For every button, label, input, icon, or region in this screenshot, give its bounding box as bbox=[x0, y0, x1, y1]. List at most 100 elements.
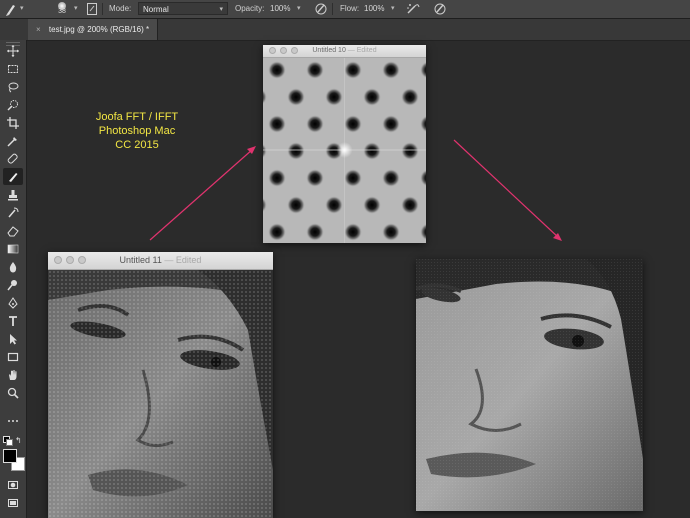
document-tab-title: test.jpg @ 200% (RGB/16) * bbox=[48, 25, 150, 34]
source-window-title: Untitled 11 bbox=[119, 255, 162, 265]
gradient-icon bbox=[7, 244, 19, 253]
window-controls bbox=[54, 256, 86, 264]
more-tools[interactable] bbox=[3, 412, 23, 429]
options-bar: ▾ 38 ▾ Mode: Normal ▾ Opacity: 100% ▾ Fl… bbox=[0, 0, 690, 19]
history-brush-tool[interactable] bbox=[3, 204, 23, 221]
type-icon bbox=[9, 315, 17, 326]
mode-select[interactable]: Normal ▾ bbox=[138, 2, 228, 15]
zoom-icon bbox=[7, 387, 19, 399]
source-window-titlebar[interactable]: Untitled 11 — Edited bbox=[48, 252, 273, 270]
eyedropper-icon bbox=[7, 136, 17, 147]
fft-peak-spot bbox=[363, 196, 381, 214]
fft-peak-spot bbox=[325, 196, 343, 214]
document-tab-bar: × test.jpg @ 200% (RGB/16) * bbox=[0, 19, 690, 41]
foreground-color-swatch[interactable] bbox=[3, 449, 17, 463]
fft-peak-spot bbox=[344, 223, 362, 241]
screen-mode-icon bbox=[8, 498, 18, 507]
path-select-tool[interactable] bbox=[3, 330, 23, 347]
blur-tool[interactable] bbox=[3, 258, 23, 275]
screen-mode-button[interactable] bbox=[3, 494, 23, 511]
hand-tool[interactable] bbox=[3, 366, 23, 383]
dodge-tool[interactable] bbox=[3, 276, 23, 293]
move-tool[interactable] bbox=[3, 42, 23, 59]
eraser-icon bbox=[7, 225, 19, 236]
zoom-tool[interactable] bbox=[3, 384, 23, 401]
healing-brush-tool[interactable] bbox=[3, 150, 23, 167]
minimize-window-icon[interactable] bbox=[66, 256, 74, 264]
fft-peak-spot bbox=[287, 142, 305, 160]
fft-peak-spot bbox=[382, 169, 400, 187]
fft-peak-spot bbox=[344, 61, 362, 79]
default-colors-icon[interactable] bbox=[3, 436, 13, 446]
fft-peak-spot bbox=[287, 88, 305, 106]
fft-peak-spot bbox=[306, 223, 324, 241]
type-tool[interactable] bbox=[3, 312, 23, 329]
fft-peak-spot bbox=[401, 88, 419, 106]
crop-icon bbox=[7, 116, 19, 129]
fft-peak-spot bbox=[401, 142, 419, 160]
quick-mask-icon bbox=[8, 480, 18, 489]
fft-peak-spot bbox=[306, 115, 324, 133]
fft-window[interactable]: Untitled 10 — Edited bbox=[263, 45, 426, 243]
minimize-window-icon[interactable] bbox=[280, 47, 287, 54]
gradient-tool[interactable] bbox=[3, 240, 23, 257]
fft-peak-spot bbox=[401, 196, 419, 214]
annotation-line-3: CC 2015 bbox=[115, 139, 159, 151]
brush-tool[interactable] bbox=[3, 168, 23, 185]
rectangle-tool[interactable] bbox=[3, 348, 23, 365]
move-icon bbox=[7, 44, 19, 57]
close-window-icon[interactable] bbox=[269, 47, 276, 54]
crop-tool[interactable] bbox=[3, 114, 23, 131]
history-brush-icon bbox=[8, 207, 19, 217]
blur-icon bbox=[9, 261, 17, 272]
fft-peak-spot bbox=[363, 88, 381, 106]
fft-window-titlebar[interactable]: Untitled 10 — Edited bbox=[263, 45, 426, 58]
swap-colors-icon[interactable]: ↰ bbox=[15, 436, 22, 445]
brush-preset-dropdown-icon[interactable]: ▾ bbox=[20, 0, 24, 18]
annotation-line-2: Photoshop Mac bbox=[98, 125, 176, 137]
pressure-size-icon[interactable] bbox=[433, 0, 447, 18]
eyedropper-tool[interactable] bbox=[3, 132, 23, 149]
source-window-status: Edited bbox=[175, 255, 202, 265]
stamp-tool[interactable] bbox=[3, 186, 23, 203]
flow-value[interactable]: 100% bbox=[364, 0, 384, 18]
quick-select-icon bbox=[7, 99, 18, 111]
brush-icon bbox=[9, 172, 18, 182]
path-select-icon bbox=[10, 333, 17, 344]
quick-select-tool[interactable] bbox=[3, 96, 23, 113]
brush-size-dropdown-icon[interactable]: ▾ bbox=[74, 0, 78, 18]
lasso-tool[interactable] bbox=[3, 78, 23, 95]
pressure-opacity-icon[interactable] bbox=[314, 0, 328, 18]
close-window-icon[interactable] bbox=[54, 256, 62, 264]
fft-peak-spot bbox=[382, 61, 400, 79]
fft-peak-spot bbox=[268, 169, 286, 187]
brush-size-picker[interactable]: 38 bbox=[52, 0, 72, 18]
quick-mask-button[interactable] bbox=[3, 476, 23, 493]
marquee-tool[interactable] bbox=[3, 60, 23, 77]
flow-dropdown-icon[interactable]: ▾ bbox=[391, 0, 395, 18]
zoom-window-icon[interactable] bbox=[78, 256, 86, 264]
window-controls bbox=[269, 47, 298, 54]
fft-peak-spot bbox=[344, 115, 362, 133]
fft-peak-spot bbox=[363, 142, 381, 160]
eraser-tool[interactable] bbox=[3, 222, 23, 239]
document-tab[interactable]: × test.jpg @ 200% (RGB/16) * bbox=[28, 19, 159, 40]
opacity-dropdown-icon[interactable]: ▾ bbox=[297, 0, 301, 18]
close-tab-icon[interactable]: × bbox=[36, 25, 41, 34]
opacity-value[interactable]: 100% bbox=[270, 0, 290, 18]
fft-peak-spot bbox=[325, 88, 343, 106]
marquee-icon bbox=[8, 64, 18, 73]
rectangle-icon bbox=[7, 352, 19, 361]
fft-peak-spot bbox=[287, 196, 305, 214]
brush-preset-icon[interactable] bbox=[4, 0, 18, 18]
pen-tool[interactable] bbox=[3, 294, 23, 311]
pen-icon bbox=[8, 296, 18, 309]
fft-peak-spot bbox=[268, 223, 286, 241]
brush-panel-icon[interactable] bbox=[86, 0, 98, 18]
fft-window-title: Untitled 10 bbox=[312, 47, 346, 54]
airbrush-icon[interactable] bbox=[405, 0, 421, 18]
source-image-window[interactable]: Untitled 11 — Edited bbox=[48, 252, 273, 518]
annotation-line-1: Joofa FFT / IFFT bbox=[95, 111, 179, 123]
fft-spectrum-image bbox=[263, 58, 426, 243]
zoom-window-icon[interactable] bbox=[291, 47, 298, 54]
